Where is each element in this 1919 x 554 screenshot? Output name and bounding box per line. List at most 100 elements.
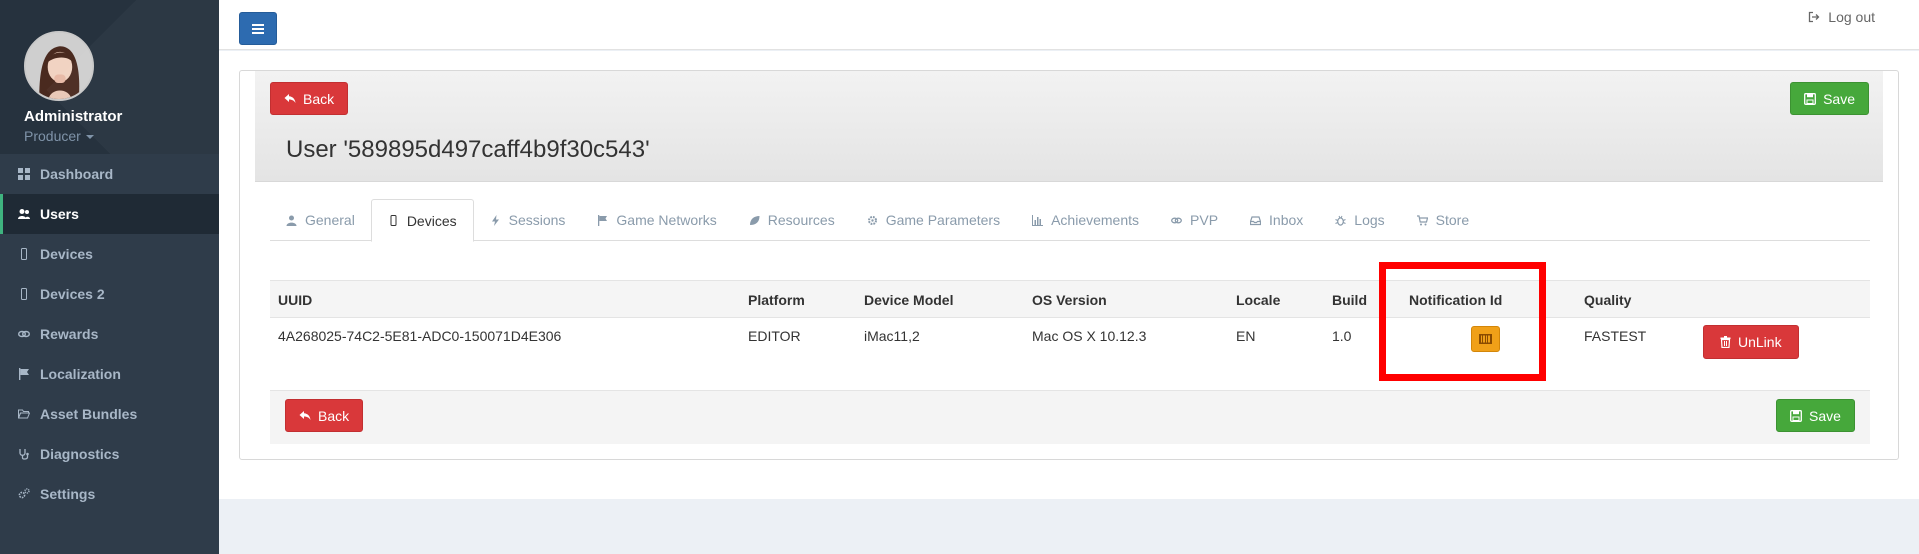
trash-icon	[1720, 336, 1731, 348]
bar-chart-icon	[1032, 214, 1044, 226]
column-header-build: Build	[1332, 292, 1367, 308]
tab-pvp[interactable]: PVP	[1155, 199, 1234, 241]
table-header: UUID Platform Device Model OS Version Lo…	[270, 280, 1870, 318]
user-icon	[286, 215, 297, 226]
sidebar-item-label: Asset Bundles	[40, 406, 138, 422]
cogs-icon	[17, 487, 31, 501]
user-role-label: Producer	[24, 128, 81, 144]
back-button-top[interactable]: Back	[270, 82, 349, 115]
back-button-label: Back	[303, 90, 335, 107]
column-header-uuid: UUID	[278, 292, 313, 308]
column-header-locale: Locale	[1236, 292, 1281, 308]
reply-icon	[299, 411, 311, 420]
bug-icon	[1335, 215, 1346, 226]
save-icon	[1804, 92, 1817, 105]
tab-bar: General Devices Sessions Game Networks R…	[270, 199, 1870, 242]
unlink-button[interactable]: UnLink	[1703, 325, 1799, 359]
sidebar-item-devices[interactable]: Devices	[0, 234, 219, 274]
stethoscope-icon	[17, 447, 31, 461]
notification-id-button[interactable]	[1471, 326, 1500, 352]
link-icon	[1171, 217, 1182, 223]
cell-device-model: iMac11,2	[864, 328, 920, 344]
user-name: Administrator	[24, 108, 123, 125]
menu-toggle-button[interactable]	[239, 12, 277, 45]
cell-os-version: Mac OS X 10.12.3	[1032, 328, 1147, 344]
table-row: 4A268025-74C2-5E81-ADC0-150071D4E306 EDI…	[270, 318, 1870, 390]
sidebar-item-users[interactable]: Users	[0, 194, 219, 234]
tab-sessions[interactable]: Sessions	[474, 199, 582, 241]
save-icon	[1790, 409, 1802, 422]
tab-achievements[interactable]: Achievements	[1016, 199, 1155, 241]
unlink-button-label: UnLink	[1738, 334, 1782, 350]
tab-label: Store	[1435, 212, 1470, 228]
leaf-icon	[749, 215, 760, 225]
tab-general[interactable]: General	[270, 199, 371, 241]
sidebar-item-asset-bundles[interactable]: Asset Bundles	[0, 394, 219, 434]
mobile-icon	[17, 247, 31, 261]
tab-game-parameters[interactable]: Game Parameters	[851, 199, 1016, 241]
sidebar-item-diagnostics[interactable]: Diagnostics	[0, 434, 219, 474]
tab-logs[interactable]: Logs	[1319, 199, 1400, 241]
tab-label: Achievements	[1051, 212, 1140, 228]
tab-inbox[interactable]: Inbox	[1234, 199, 1319, 241]
tab-devices[interactable]: Devices	[370, 199, 474, 242]
devices-table: UUID Platform Device Model OS Version Lo…	[270, 280, 1870, 444]
users-icon	[17, 207, 31, 221]
top-bar: Log out	[219, 0, 1919, 50]
column-header-device-model: Device Model	[864, 292, 954, 308]
sidebar-item-label: Dashboard	[40, 166, 114, 182]
reply-icon	[284, 94, 296, 103]
tab-label: PVP	[1190, 212, 1219, 228]
card-header: Back Save User '589895d497caff4b9f30c543…	[255, 71, 1883, 182]
sidebar-item-label: Diagnostics	[40, 446, 120, 462]
sidebar-item-dashboard[interactable]: Dashboard	[0, 154, 219, 194]
cell-uuid: 4A268025-74C2-5E81-ADC0-150071D4E306	[278, 328, 562, 344]
mobile-icon	[390, 215, 397, 226]
cart-icon	[1416, 214, 1428, 225]
tab-store[interactable]: Store	[1401, 199, 1485, 241]
tab-label: Sessions	[508, 212, 566, 228]
mobile-icon	[17, 287, 31, 301]
page-title: User '589895d497caff4b9f30c543'	[286, 136, 650, 163]
sidebar: Administrator Producer Dashboard Users D…	[0, 0, 219, 554]
tab-resources[interactable]: Resources	[733, 199, 851, 241]
save-button-top[interactable]: Save	[1790, 82, 1869, 115]
sidebar-item-devices-2[interactable]: Devices 2	[0, 274, 219, 314]
barcode-icon	[1479, 334, 1492, 344]
tab-label: Inbox	[1269, 212, 1304, 228]
back-button-label: Back	[318, 407, 350, 424]
tab-game-networks[interactable]: Game Networks	[581, 199, 732, 241]
bolt-icon	[491, 214, 499, 226]
link-icon	[17, 327, 31, 341]
column-header-quality: Quality	[1584, 292, 1632, 308]
avatar[interactable]	[24, 31, 94, 101]
cell-build: 1.0	[1332, 328, 1352, 344]
sidebar-item-rewards[interactable]: Rewards	[0, 314, 219, 354]
sidebar-item-localization[interactable]: Localization	[0, 354, 219, 394]
dashboard-icon	[17, 167, 31, 181]
column-header-notification-id: Notification Id	[1409, 292, 1503, 308]
flag-icon	[598, 214, 608, 226]
save-button-bottom[interactable]: Save	[1776, 399, 1855, 432]
caret-down-icon	[85, 135, 94, 140]
back-button-bottom[interactable]: Back	[285, 399, 364, 432]
column-header-platform: Platform	[748, 292, 805, 308]
flag-icon	[17, 367, 31, 381]
sidebar-item-label: Users	[40, 206, 79, 222]
tab-label: Devices	[406, 212, 457, 229]
user-role-dropdown[interactable]: Producer	[24, 128, 94, 144]
tab-label: Logs	[1354, 212, 1385, 228]
cell-platform: EDITOR	[748, 328, 801, 344]
user-panel: Administrator Producer	[0, 0, 219, 154]
table-footer	[270, 390, 1870, 444]
tab-label: General	[305, 212, 355, 228]
inbox-icon	[1250, 215, 1262, 225]
sidebar-item-label: Settings	[40, 486, 96, 502]
cell-quality: FASTEST	[1584, 328, 1647, 344]
sidebar-item-label: Rewards	[40, 326, 99, 342]
logout-link[interactable]: Log out	[1808, 9, 1875, 25]
cog-icon	[867, 215, 877, 225]
hamburger-icon	[252, 23, 264, 34]
logout-label: Log out	[1828, 9, 1875, 25]
sidebar-item-settings[interactable]: Settings	[0, 474, 219, 514]
